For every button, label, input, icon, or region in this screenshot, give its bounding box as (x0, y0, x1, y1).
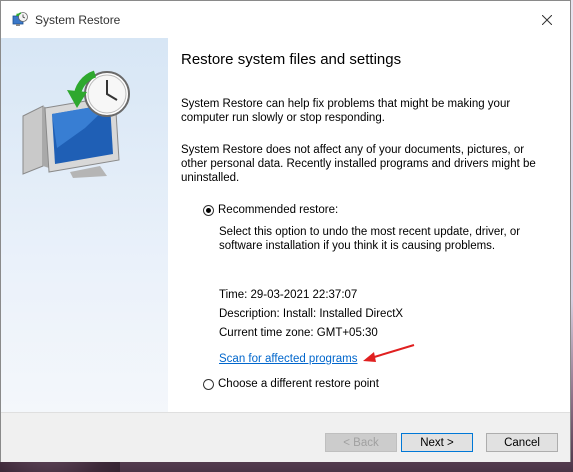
scan-affected-programs-link[interactable]: Scan for affected programs (219, 353, 358, 365)
recommended-restore-label: Recommended restore: (218, 204, 339, 216)
disclaimer-text: System Restore does not affect any of yo… (181, 144, 536, 184)
dialog-content: Restore system files and settings System… (1, 38, 570, 412)
restore-description: Description: Install: Installed DirectX (219, 308, 404, 320)
cancel-button[interactable]: Cancel (486, 433, 558, 452)
title-bar[interactable]: System Restore (1, 1, 570, 38)
computer-restore-clock-icon (22, 70, 130, 178)
window-title: System Restore (35, 13, 121, 27)
recommended-restore-description: Select this option to undo the most rece… (219, 226, 521, 252)
system-restore-dialog: System Restore Restore system files and … (0, 0, 571, 462)
dialog-footer: < Back Next > Cancel (1, 412, 570, 462)
next-button[interactable]: Next > (401, 433, 473, 452)
different-restore-point-label: Choose a different restore point (218, 378, 379, 390)
intro-text: System Restore can help fix problems tha… (181, 98, 511, 124)
current-timezone: Current time zone: GMT+05:30 (219, 327, 378, 339)
close-icon (542, 14, 552, 25)
recommended-restore-option[interactable]: Recommended restore: (203, 204, 338, 216)
annotation-arrow-icon (363, 344, 415, 362)
system-restore-icon (12, 12, 28, 26)
different-restore-point-radio[interactable] (203, 378, 214, 390)
different-restore-point-option[interactable]: Choose a different restore point (203, 378, 379, 390)
close-button[interactable] (524, 1, 570, 38)
recommended-restore-radio[interactable] (203, 204, 214, 216)
back-button[interactable]: < Back (325, 433, 397, 452)
side-panel (1, 38, 168, 412)
page-title: Restore system files and settings (181, 51, 402, 68)
restore-time: Time: 29-03-2021 22:37:07 (219, 289, 358, 301)
